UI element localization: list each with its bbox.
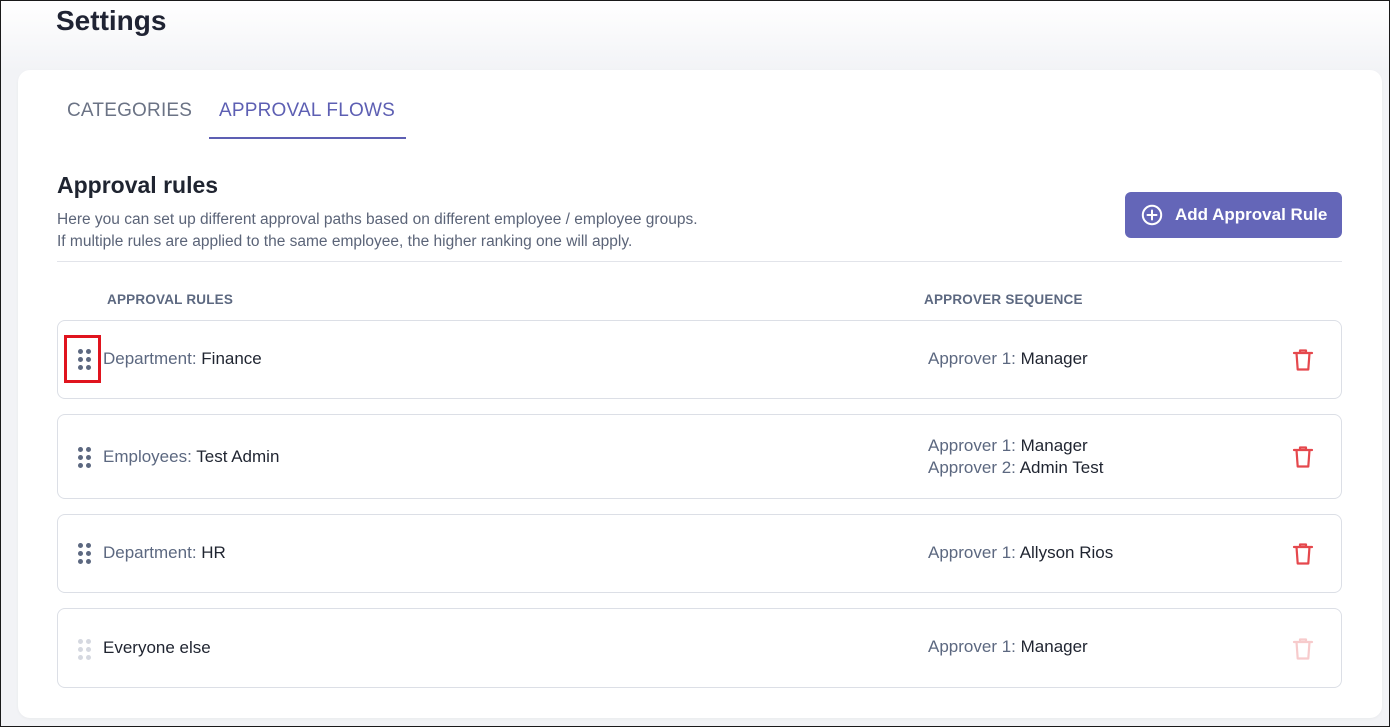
rule-label: Department: HR bbox=[103, 543, 226, 563]
trash-icon bbox=[1292, 637, 1314, 661]
approver-sequence: Approver 1: Allyson Rios bbox=[928, 542, 1113, 564]
column-header-approver-sequence: APPROVER SEQUENCE bbox=[924, 292, 1083, 307]
approver-key: Approver 1: bbox=[928, 349, 1016, 368]
divider bbox=[57, 261, 1342, 262]
trash-icon[interactable] bbox=[1292, 542, 1314, 566]
trash-icon[interactable] bbox=[1292, 348, 1314, 372]
rule-key: Employees: bbox=[103, 447, 192, 466]
rule-key: Department: bbox=[103, 543, 197, 562]
approver-item: Approver 1: Allyson Rios bbox=[928, 542, 1113, 564]
approver-value: Manager bbox=[1020, 436, 1088, 455]
rule-value: Test Admin bbox=[196, 447, 280, 466]
description-line-2: If multiple rules are applied to the sam… bbox=[57, 233, 633, 250]
approver-value: Allyson Rios bbox=[1019, 543, 1114, 562]
drag-handle-icon bbox=[76, 638, 92, 662]
approver-item: Approver 2: Admin Test bbox=[928, 457, 1103, 479]
approver-key: Approver 2: bbox=[928, 458, 1016, 477]
approver-sequence: Approver 1: Manager bbox=[928, 636, 1088, 658]
add-approval-rule-label: Add Approval Rule bbox=[1175, 205, 1328, 224]
approver-item: Approver 1: Manager bbox=[928, 435, 1103, 457]
approver-value: Admin Test bbox=[1019, 458, 1104, 477]
settings-window: Settings CATEGORIES APPROVAL FLOWS Appro… bbox=[0, 0, 1390, 727]
rule-label: Employees: Test Admin bbox=[103, 447, 279, 467]
tab-categories[interactable]: CATEGORIES bbox=[67, 99, 192, 139]
approver-key: Approver 1: bbox=[928, 543, 1016, 562]
rule-label: Department: Finance bbox=[103, 349, 262, 369]
rule-key: Department: bbox=[103, 349, 197, 368]
description-line-1: Here you can set up different approval p… bbox=[57, 211, 698, 228]
approver-value: Manager bbox=[1020, 637, 1088, 656]
rule-row[interactable]: Department: Finance Approver 1: Manager bbox=[57, 320, 1342, 399]
approver-item: Approver 1: Manager bbox=[928, 348, 1088, 370]
highlight-box bbox=[64, 335, 101, 383]
rule-label: Everyone else bbox=[103, 638, 211, 658]
approver-value: Manager bbox=[1020, 349, 1088, 368]
approver-sequence: Approver 1: Manager bbox=[928, 348, 1088, 370]
approver-key: Approver 1: bbox=[928, 436, 1016, 455]
tab-bar: CATEGORIES APPROVAL FLOWS bbox=[67, 99, 406, 139]
rule-row[interactable]: Everyone else Approver 1: Manager bbox=[57, 608, 1342, 688]
approver-item: Approver 1: Manager bbox=[928, 636, 1088, 658]
approver-sequence: Approver 1: Manager Approver 2: Admin Te… bbox=[928, 435, 1103, 479]
drag-handle-icon[interactable] bbox=[76, 446, 92, 470]
trash-icon[interactable] bbox=[1292, 445, 1314, 469]
settings-card: CATEGORIES APPROVAL FLOWS Approval rules… bbox=[18, 70, 1382, 718]
rule-row[interactable]: Department: HR Approver 1: Allyson Rios bbox=[57, 514, 1342, 593]
tab-approval-flows[interactable]: APPROVAL FLOWS bbox=[209, 99, 406, 139]
rule-value: Finance bbox=[201, 349, 262, 368]
drag-handle-icon[interactable] bbox=[76, 542, 92, 566]
page-title: Settings bbox=[56, 5, 167, 36]
rule-row[interactable]: Employees: Test Admin Approver 1: Manage… bbox=[57, 414, 1342, 499]
section-description: Here you can set up different approval p… bbox=[57, 209, 698, 253]
approver-key: Approver 1: bbox=[928, 637, 1016, 656]
column-header-approval-rules: APPROVAL RULES bbox=[107, 292, 234, 307]
rule-value: HR bbox=[201, 543, 226, 562]
add-approval-rule-button[interactable]: Add Approval Rule bbox=[1125, 192, 1342, 238]
section-title: Approval rules bbox=[57, 172, 219, 198]
plus-circle-icon bbox=[1141, 204, 1163, 226]
rule-value: Everyone else bbox=[103, 638, 211, 657]
